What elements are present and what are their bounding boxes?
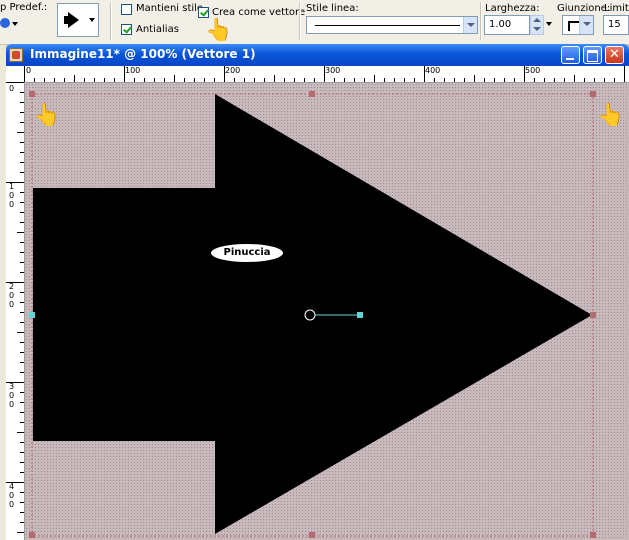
limit-value: 15: [608, 19, 621, 30]
keep-style-checkbox[interactable]: [121, 4, 132, 15]
horizontal-ruler[interactable]: 0 100 200 300 400 500: [24, 66, 629, 83]
ruler-label: 2 0 0: [9, 282, 15, 309]
ruler-label: 3 0 0: [9, 382, 15, 409]
close-icon: ✕: [609, 47, 620, 62]
miter-join-icon: [568, 21, 579, 31]
hand-pointer-icon: 👆: [33, 103, 61, 128]
toolbar-divider: [110, 2, 112, 40]
color-dropdown-chevron-icon[interactable]: [12, 22, 18, 26]
ruler-label: 1 0 0: [9, 182, 15, 209]
resize-handle[interactable]: [29, 91, 35, 97]
keep-style-label: Mantieni stile: [136, 3, 204, 14]
vertical-ruler-ticks: [6, 82, 24, 533]
toolbar-divider: [480, 2, 482, 40]
chevron-down-icon[interactable]: [463, 17, 477, 33]
minimize-icon: [566, 58, 574, 60]
ruler-label: 100: [125, 66, 141, 75]
ruler-corner: [6, 66, 25, 83]
shape-preset-button[interactable]: [57, 3, 99, 37]
spin-up-icon: [533, 18, 541, 22]
toolbar-divider: [299, 2, 301, 40]
chevron-down-icon[interactable]: [579, 16, 593, 34]
resize-handle[interactable]: [590, 312, 596, 318]
limit-input[interactable]: 15: [603, 15, 629, 35]
spin-down-icon: [533, 27, 541, 31]
width-spin-button[interactable]: [530, 15, 544, 35]
image-canvas[interactable]: Pinuccia 👆 👆: [25, 83, 629, 540]
preset-shapes-toolbar: p Predef.: Mantieni stile Antialias Crea…: [0, 0, 629, 45]
line-style-select[interactable]: [306, 16, 478, 34]
window-titlebar[interactable]: Immagine11* @ 100% (Vettore 1) ✕: [6, 44, 629, 66]
antialias-checkbox[interactable]: [121, 24, 132, 35]
ruler-label: 0: [26, 66, 32, 75]
antialias-label: Antialias: [136, 24, 179, 35]
resize-handle[interactable]: [29, 532, 35, 538]
width-input[interactable]: 1.00: [484, 15, 530, 35]
resize-handle[interactable]: [590, 532, 596, 538]
window-app-icon[interactable]: [9, 48, 23, 62]
hand-pointer-icon: 👆: [205, 18, 233, 43]
ruler-label: 4 0 0: [9, 482, 15, 509]
create-vector-label: Crea come vettore: [212, 7, 306, 18]
limit-label: Limite: [604, 3, 629, 14]
ruler-label: 500: [525, 66, 541, 75]
resize-handle[interactable]: [309, 532, 315, 538]
width-dropdown-chevron-icon[interactable]: [546, 22, 552, 26]
resize-handle[interactable]: [29, 312, 35, 318]
resize-handle[interactable]: [590, 91, 596, 97]
ruler-label: 300: [325, 66, 341, 75]
line-style-preview: [315, 25, 460, 26]
create-vector-checkbox[interactable]: [198, 7, 209, 18]
hand-pointer-icon: 👆: [597, 103, 625, 128]
width-value: 1.00: [489, 19, 512, 30]
join-select[interactable]: [562, 15, 594, 35]
line-style-label: Stile linea:: [306, 3, 359, 14]
ruler-label: 200: [225, 66, 241, 75]
vector-layer: [29, 91, 596, 538]
arrow-shape[interactable]: [33, 94, 592, 534]
color-dropdown-icon[interactable]: [0, 18, 10, 28]
width-label: Larghezza:: [485, 3, 540, 14]
maximize-button[interactable]: [583, 46, 602, 64]
window-title: Immagine11* @ 100% (Vettore 1): [30, 47, 256, 61]
rotation-handle[interactable]: [357, 312, 363, 318]
maximize-icon: [587, 50, 598, 62]
arrow-shape-icon: [64, 12, 79, 28]
join-label: Giunzione:: [557, 3, 611, 14]
signature-label: Pinuccia: [211, 244, 283, 262]
minimize-button[interactable]: [561, 46, 580, 64]
ruler-label: 0: [9, 84, 15, 93]
chevron-down-icon: [89, 18, 95, 22]
resize-handle[interactable]: [309, 91, 315, 97]
preset-label: p Predef.:: [0, 2, 48, 13]
image-window: Immagine11* @ 100% (Vettore 1) ✕ 0 100 2…: [6, 44, 629, 540]
ruler-label: 400: [425, 66, 441, 75]
vertical-ruler[interactable]: 0 1 0 0 2 0 0 3 0 0 4 0 0: [6, 82, 25, 540]
close-button[interactable]: ✕: [605, 46, 624, 64]
